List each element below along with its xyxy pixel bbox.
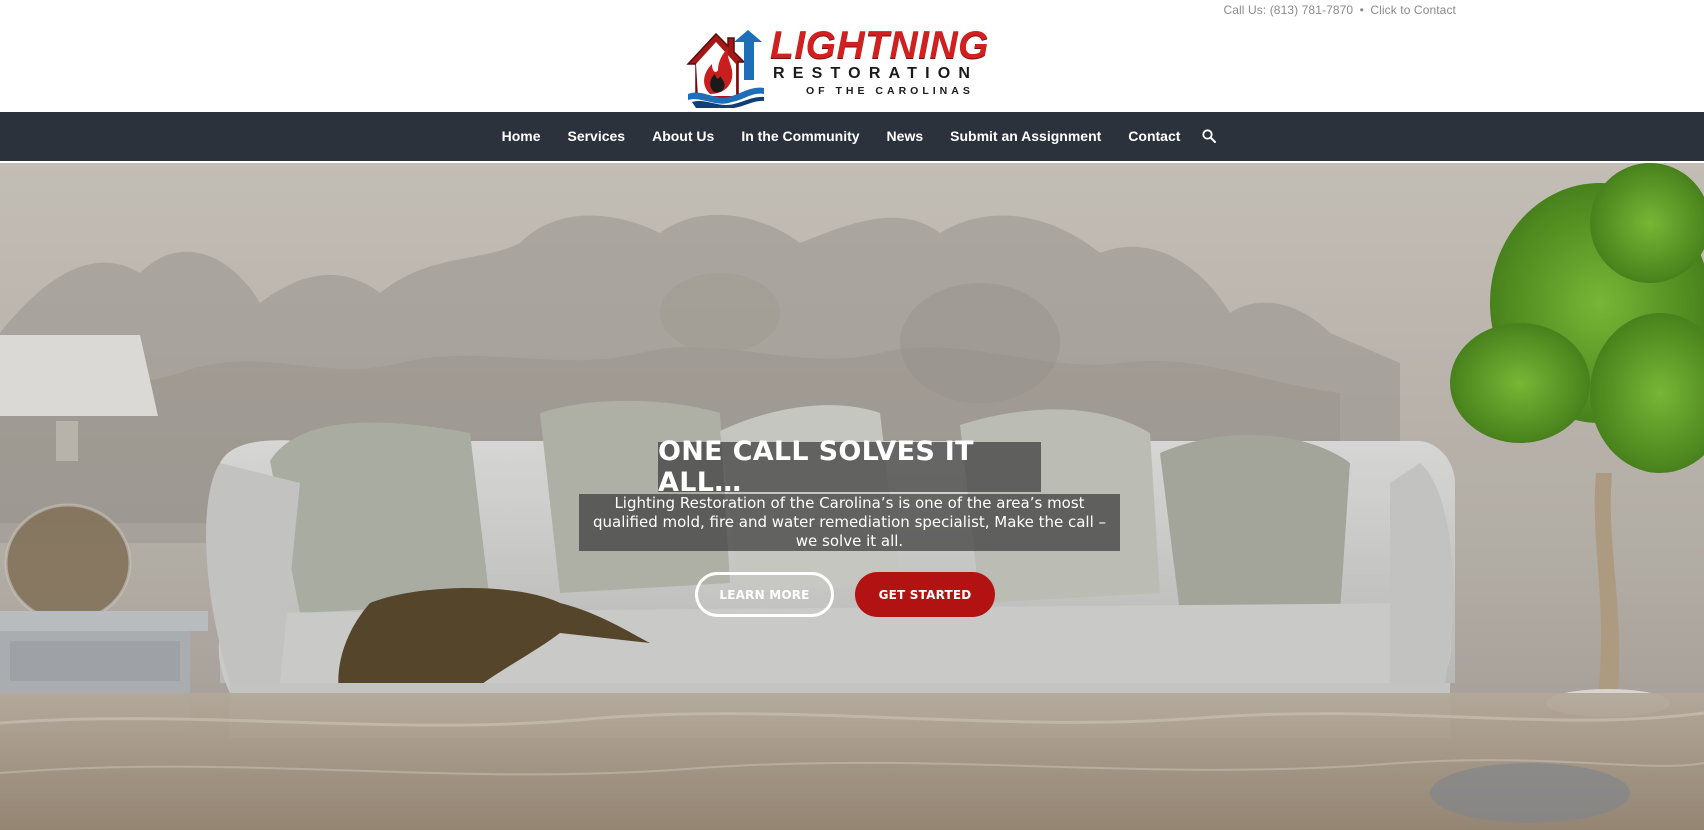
nav-item-submit-assignment[interactable]: Submit an Assignment: [937, 112, 1115, 161]
site-logo[interactable]: LIGHTNING RESTORATION OF THE CAROLINAS: [682, 24, 1022, 108]
hero-headline-box: ONE CALL SOLVES IT ALL…: [658, 436, 1041, 498]
site-header: Call Us: (813) 781-7870 • Click to Conta…: [0, 0, 1704, 112]
topbar-separator: •: [1359, 3, 1364, 17]
hero-section: ONE CALL SOLVES IT ALL… Lighting Restora…: [0, 163, 1704, 830]
get-started-button[interactable]: GET STARTED: [855, 572, 995, 617]
topbar: Call Us: (813) 781-7870 • Click to Conta…: [1223, 3, 1456, 17]
nav-item-services[interactable]: Services: [554, 112, 639, 161]
logo-subtitle: RESTORATION: [773, 65, 979, 82]
nav-item-news[interactable]: News: [873, 112, 937, 161]
nav-search-button[interactable]: [1202, 112, 1216, 161]
nav-item-in-the-community[interactable]: In the Community: [728, 112, 873, 161]
hero-description: Lighting Restoration of the Carolina’s i…: [592, 494, 1107, 550]
contact-link[interactable]: Click to Contact: [1370, 3, 1456, 17]
hero-headline: ONE CALL SOLVES IT ALL…: [658, 436, 974, 498]
nav-item-contact[interactable]: Contact: [1115, 112, 1194, 161]
nav-list: Home Services About Us In the Community …: [0, 112, 1704, 161]
logo-title: LIGHTNING: [770, 24, 989, 67]
main-nav: Home Services About Us In the Community …: [0, 112, 1704, 163]
learn-more-button[interactable]: LEARN MORE: [695, 572, 834, 617]
nav-item-home[interactable]: Home: [488, 112, 554, 161]
phone-text: Call Us: (813) 781-7870: [1223, 3, 1354, 17]
search-icon: [1202, 129, 1216, 143]
nav-item-about-us[interactable]: About Us: [639, 112, 728, 161]
hero-description-box: Lighting Restoration of the Carolina’s i…: [579, 494, 1120, 551]
logo-tagline: OF THE CAROLINAS: [806, 85, 974, 97]
house-flame-logo-icon: [686, 30, 764, 108]
